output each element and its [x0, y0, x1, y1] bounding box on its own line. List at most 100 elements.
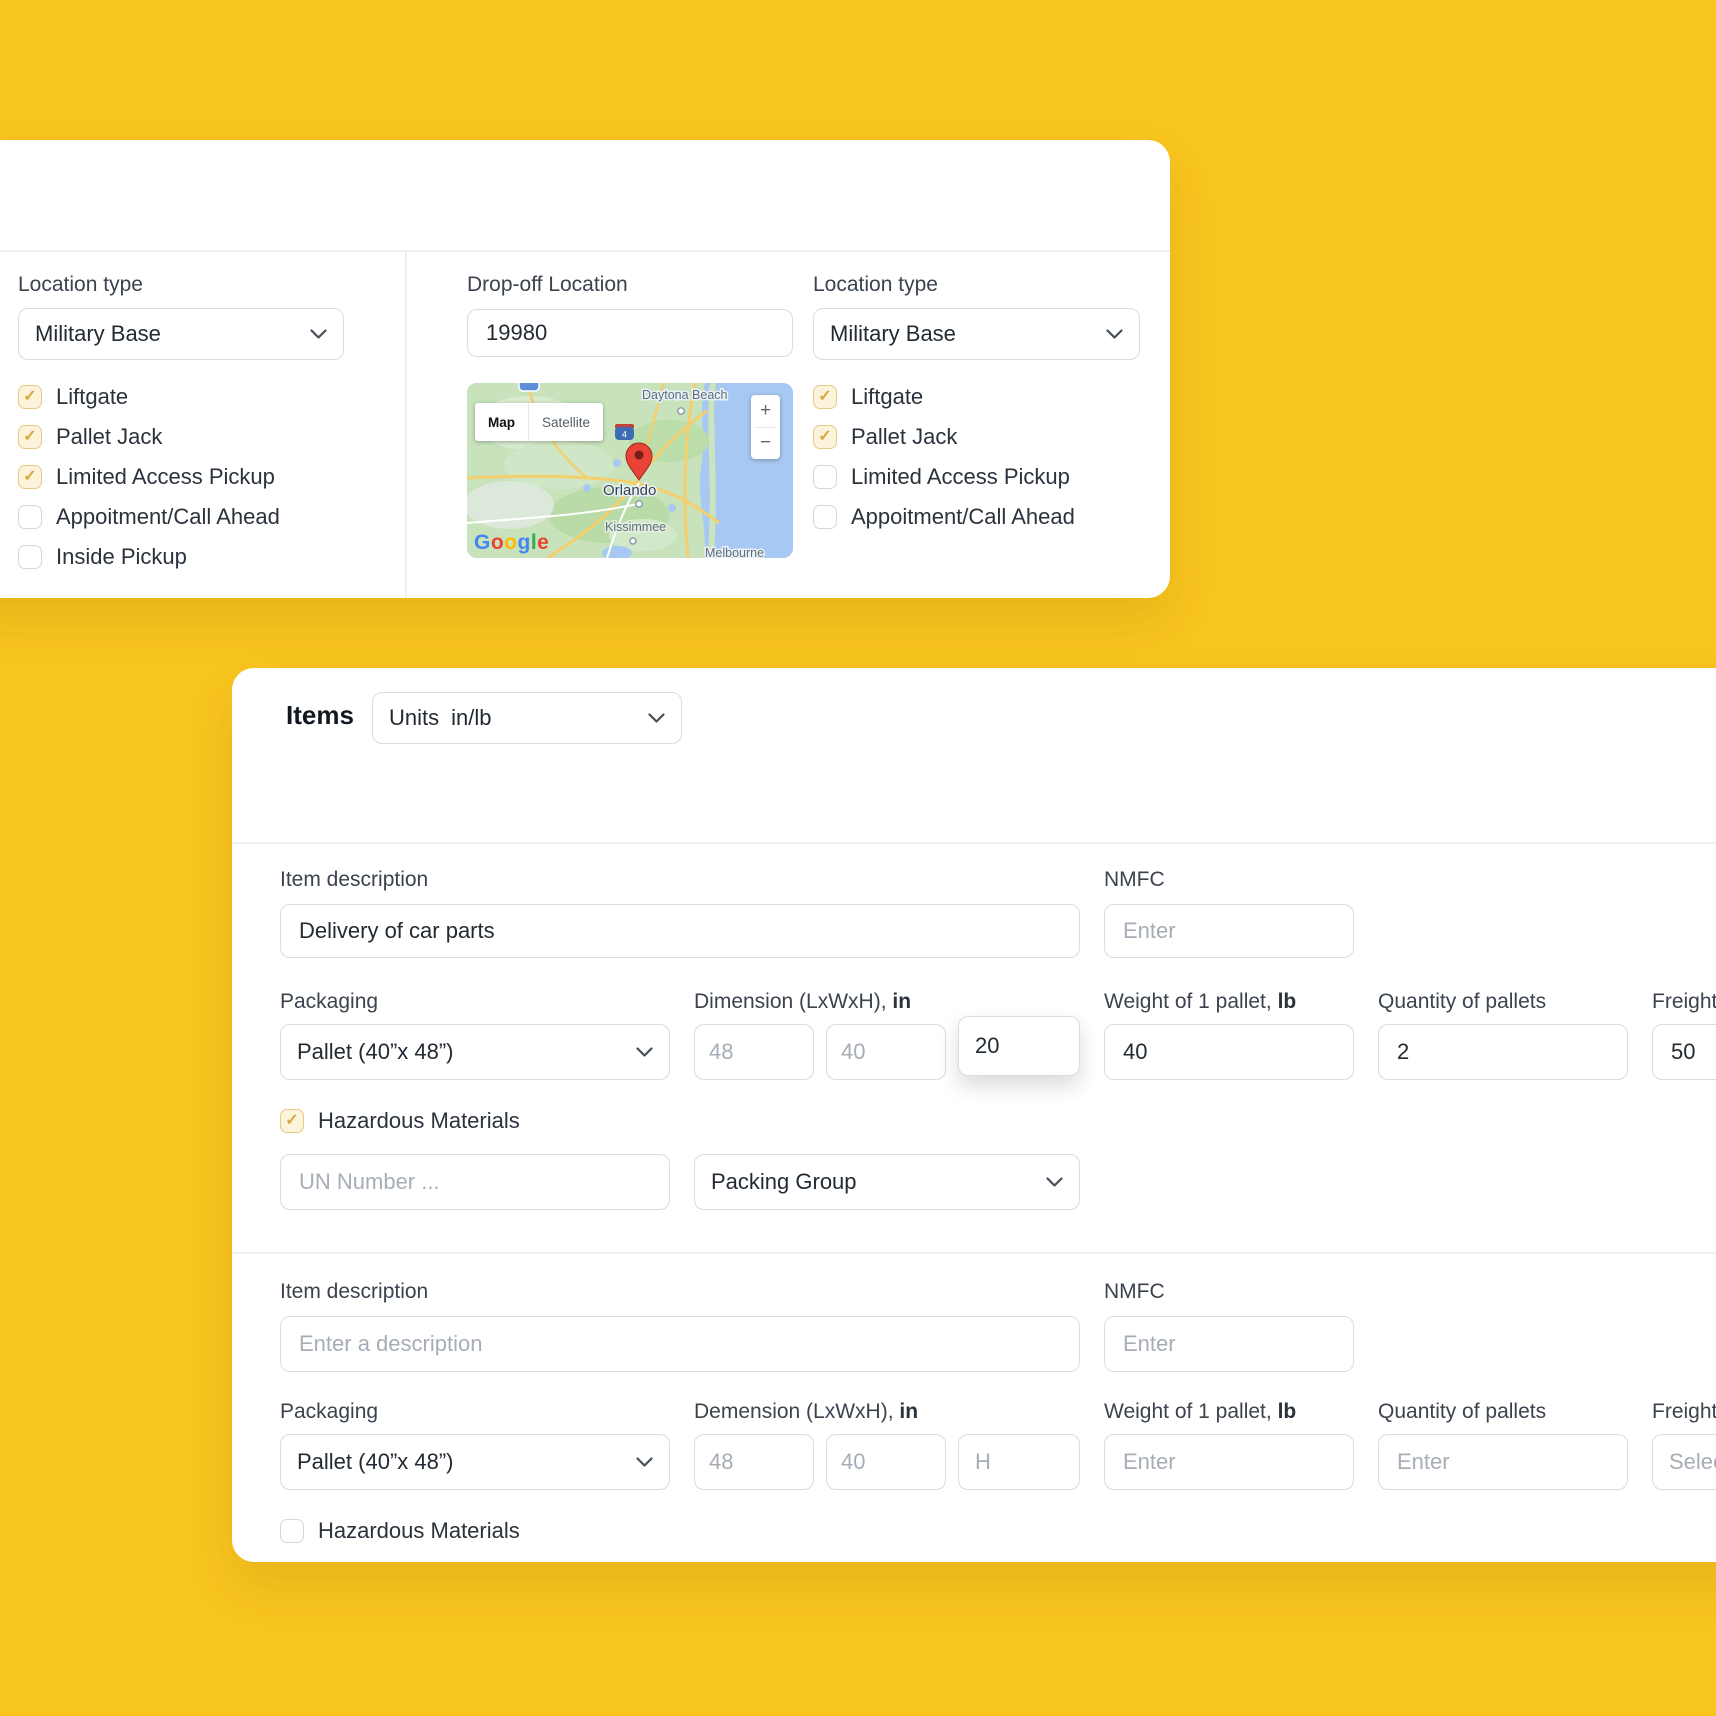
dropoff-location-type-select[interactable]: Military Base — [813, 308, 1140, 360]
item2-weight-label: Weight of 1 pallet, lb — [1104, 1400, 1296, 1424]
daytona-label: Daytona Beach — [642, 388, 728, 402]
item2-nmfc-label: NMFC — [1104, 1280, 1165, 1304]
liftgate-checkbox[interactable] — [18, 385, 42, 409]
chevron-down-icon — [636, 1047, 653, 1058]
limited-access-checkbox[interactable] — [18, 465, 42, 489]
item1-packaging-select[interactable]: Pallet (40”x 48”) — [280, 1024, 670, 1080]
liftgate-label: Liftgate — [851, 384, 923, 410]
dropoff-location-label: Drop-off Location — [467, 273, 628, 297]
dropoff-location-type-value: Military Base — [830, 321, 956, 347]
checkbox-row-pallet-jack-dropoff: Pallet Jack — [813, 424, 957, 450]
items-row-divider — [232, 1252, 1716, 1254]
item2-quantity-input[interactable] — [1378, 1434, 1628, 1490]
orlando-marker — [636, 501, 642, 507]
pickup-location-type-select[interactable]: Military Base — [18, 308, 344, 360]
packing-group-value: Packing Group — [711, 1169, 857, 1195]
google-logo: Google — [474, 531, 549, 555]
page: { "colors": { "background": "#F8C41E", "… — [0, 0, 1716, 1716]
satellite-button[interactable]: Satellite — [529, 403, 603, 441]
hazardous-checkbox[interactable] — [280, 1109, 304, 1133]
inside-pickup-checkbox[interactable] — [18, 545, 42, 569]
item1-nmfc-input[interactable] — [1104, 904, 1354, 958]
pallet-jack-checkbox[interactable] — [18, 425, 42, 449]
pallet-jack-label: Pallet Jack — [56, 424, 162, 450]
item2-width-input[interactable] — [826, 1434, 946, 1490]
item2-packaging-select[interactable]: Pallet (40”x 48”) — [280, 1434, 670, 1490]
item1-hazardous-row: Hazardous Materials — [280, 1108, 520, 1134]
item1-quantity-input[interactable] — [1378, 1024, 1628, 1080]
item2-freight-select[interactable]: Select — [1652, 1434, 1716, 1490]
item2-description-input[interactable] — [280, 1316, 1080, 1372]
kissimmee-marker — [630, 538, 636, 544]
freight-select-value: Select — [1669, 1449, 1716, 1475]
item1-packing-group-select[interactable]: Packing Group — [694, 1154, 1080, 1210]
item1-weight-input[interactable] — [1104, 1024, 1354, 1080]
daytona-marker — [678, 408, 684, 414]
dimension-unit: in — [899, 1400, 918, 1423]
checkbox-row-liftgate: Liftgate — [18, 384, 128, 410]
item1-description-label: Item description — [280, 868, 428, 892]
appointment-checkbox[interactable] — [813, 505, 837, 529]
checkbox-row-liftgate-dropoff: Liftgate — [813, 384, 923, 410]
item1-dimension-label: Dimension (LxWxH), in — [694, 990, 911, 1014]
chevron-down-icon — [310, 329, 327, 340]
weight-label-text: Weight of 1 pallet, — [1104, 1400, 1272, 1423]
items-title: Items — [286, 700, 354, 731]
appointment-checkbox[interactable] — [18, 505, 42, 529]
item2-height-input[interactable] — [958, 1434, 1080, 1490]
units-select[interactable]: Units in/lb — [372, 692, 682, 744]
chevron-down-icon — [648, 713, 665, 724]
chevron-down-icon — [1046, 1177, 1063, 1188]
item2-nmfc-input[interactable] — [1104, 1316, 1354, 1372]
item1-length-input[interactable] — [694, 1024, 814, 1080]
item2-weight-input[interactable] — [1104, 1434, 1354, 1490]
items-card: Items Units in/lb Item description NMFC … — [232, 668, 1716, 1562]
liftgate-checkbox[interactable] — [813, 385, 837, 409]
pickup-location-type-value: Military Base — [35, 321, 161, 347]
dimension-label-text: Dimension (LxWxH), — [694, 990, 887, 1013]
item1-un-number-input[interactable] — [280, 1154, 670, 1210]
item1-freight-input[interactable] — [1652, 1024, 1716, 1080]
item2-hazardous-row: Hazardous Materials — [280, 1518, 520, 1544]
item1-width-input[interactable] — [826, 1024, 946, 1080]
svg-text:4: 4 — [622, 430, 627, 440]
zoom-out-button[interactable]: − — [751, 428, 780, 460]
google-logo-letter: o — [504, 531, 517, 554]
item1-description-input[interactable] — [280, 904, 1080, 958]
appointment-label: Appoitment/Call Ahead — [56, 504, 280, 530]
packaging-value: Pallet (40”x 48”) — [297, 1449, 454, 1475]
melbourne-label: Melbourne — [705, 546, 764, 558]
checkbox-row-pallet-jack: Pallet Jack — [18, 424, 162, 450]
pallet-jack-checkbox[interactable] — [813, 425, 837, 449]
packaging-value: Pallet (40”x 48”) — [297, 1039, 454, 1065]
google-logo-letter: G — [474, 531, 491, 554]
map-button[interactable]: Map — [475, 403, 528, 441]
item2-freight-label: Freight — [1652, 1400, 1716, 1424]
item2-description-label: Item description — [280, 1280, 428, 1304]
pallet-jack-label: Pallet Jack — [851, 424, 957, 450]
limited-access-checkbox[interactable] — [813, 465, 837, 489]
chevron-down-icon — [636, 1457, 653, 1468]
item1-freight-label: Freight — [1652, 990, 1716, 1014]
dropoff-location-input[interactable] — [467, 309, 793, 357]
checkbox-row-appointment-dropoff: Appoitment/Call Ahead — [813, 504, 1075, 530]
zoom-in-button[interactable]: + — [751, 395, 780, 427]
google-logo-letter: e — [537, 531, 549, 554]
orlando-label: Orlando — [603, 482, 656, 499]
liftgate-label: Liftgate — [56, 384, 128, 410]
limited-access-label: Limited Access Pickup — [56, 464, 275, 490]
dropoff-location-type-label: Location type — [813, 273, 938, 297]
item2-length-input[interactable] — [694, 1434, 814, 1490]
units-label: Units — [389, 705, 439, 731]
hazardous-label: Hazardous Materials — [318, 1108, 520, 1134]
pickup-location-type-label: Location type — [18, 273, 143, 297]
hazardous-label: Hazardous Materials — [318, 1518, 520, 1544]
item1-weight-label: Weight of 1 pallet, lb — [1104, 990, 1296, 1014]
checkbox-row-limited-access: Limited Access Pickup — [18, 464, 275, 490]
hazardous-checkbox[interactable] — [280, 1519, 304, 1543]
dropoff-map[interactable]: 4 Daytona Beach Orlando Kissimmee Melbou… — [467, 383, 793, 558]
dimension-label-text: Demension (LxWxH), — [694, 1400, 894, 1423]
item1-quantity-label: Quantity of pallets — [1378, 990, 1546, 1014]
item2-packaging-label: Packaging — [280, 1400, 378, 1424]
item1-height-input[interactable] — [958, 1016, 1080, 1076]
